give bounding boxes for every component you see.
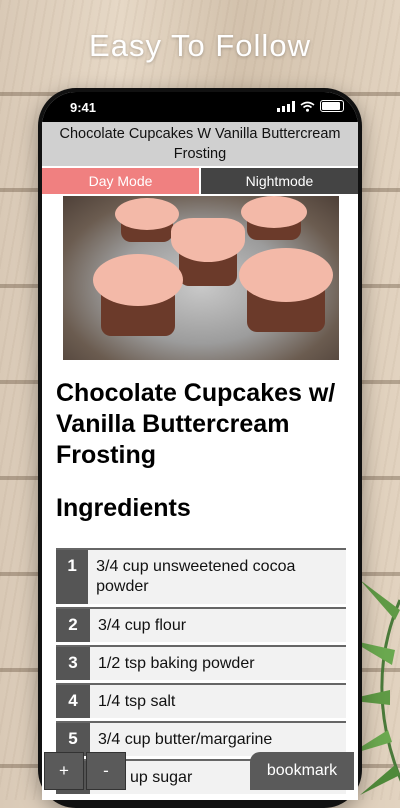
cupcake-image [241,196,307,241]
recipe-content[interactable]: Chocolate Cupcakes w/ Vanilla Buttercrea… [42,194,358,800]
list-item: 1 3/4 cup unsweetened cocoa powder [56,548,346,604]
status-icons [277,100,344,112]
item-number: 2 [56,609,90,642]
cupcake-image [93,254,183,336]
notch [112,92,288,118]
list-item: 3 1/2 tsp baking powder [56,645,346,680]
cupcake-image [115,198,179,243]
status-bar: 9:41 [42,92,358,122]
item-text: 3/4 cup flour [98,617,187,634]
day-mode-button[interactable]: Day Mode [42,168,199,194]
ingredients-heading: Ingredients [56,494,191,522]
zoom-out-button[interactable]: - [86,752,126,790]
phone-screen: 9:41 Chocolate Cupcakes W Vanilla Butter… [42,92,358,800]
signal-icon [277,100,295,112]
app-title-bar: Chocolate Cupcakes W Vanilla Buttercream… [42,122,358,166]
item-number: 4 [56,685,90,718]
wifi-icon [300,101,315,112]
cupcake-image [239,248,333,332]
item-text: 3/4 cup unsweetened cocoa powder [96,558,296,595]
item-number: 1 [56,550,89,604]
item-number: 3 [56,647,90,680]
promo-headline: Easy To Follow [89,28,311,63]
list-item: 4 1/4 tsp salt [56,683,346,718]
item-text: 1/4 tsp salt [98,693,176,710]
mode-toggle: Day Mode Nightmode [42,168,358,194]
recipe-photo [63,196,339,360]
list-item: 2 3/4 cup flour [56,607,346,642]
night-mode-button[interactable]: Nightmode [201,168,358,194]
zoom-in-button[interactable]: + [44,752,84,790]
battery-icon [320,100,344,112]
bookmark-button[interactable]: bookmark [250,752,354,790]
status-time: 9:41 [70,100,97,115]
recipe-title: Chocolate Cupcakes w/ Vanilla Buttercrea… [56,379,336,469]
item-text: 1/2 tsp baking powder [98,655,255,672]
list-item: 5 3/4 cup butter/margarine [56,721,346,756]
